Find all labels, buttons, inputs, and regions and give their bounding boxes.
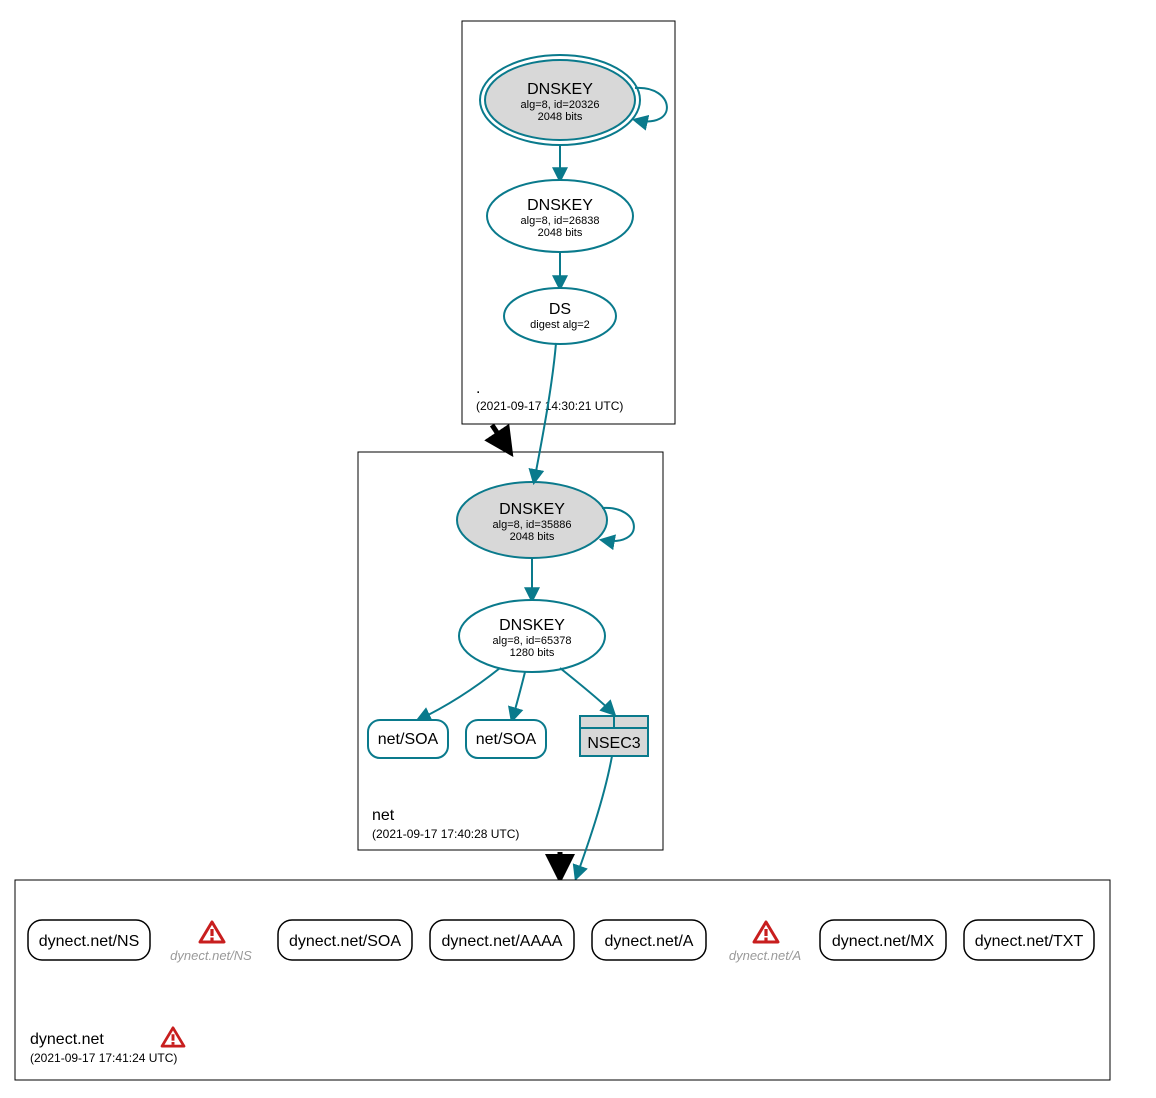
dnssec-diagram: . (2021-09-17 14:30:21 UTC) DNSKEY alg=8…: [0, 0, 1156, 1098]
svg-text:DNSKEY: DNSKEY: [499, 501, 565, 518]
svg-text:DNSKEY: DNSKEY: [527, 81, 593, 98]
svg-text:2048 bits: 2048 bits: [538, 227, 583, 239]
edge-root-net-heavy: [492, 425, 510, 452]
svg-text:alg=8, id=35886: alg=8, id=35886: [493, 519, 572, 531]
svg-text:alg=8, id=65378: alg=8, id=65378: [493, 635, 572, 647]
node-net-nsec3[interactable]: NSEC3: [580, 716, 648, 756]
node-net-ksk[interactable]: DNSKEY alg=8, id=35886 2048 bits: [457, 482, 607, 558]
svg-text:NSEC3: NSEC3: [587, 735, 640, 752]
node-dynect-ns[interactable]: dynect.net/NS: [28, 920, 150, 960]
svg-text:dynect.net/A: dynect.net/A: [605, 933, 694, 950]
svg-text:DNSKEY: DNSKEY: [499, 617, 565, 634]
node-dynect-mx[interactable]: dynect.net/MX: [820, 920, 946, 960]
node-net-soa1[interactable]: net/SOA: [368, 720, 448, 758]
node-root-ksk[interactable]: DNSKEY alg=8, id=20326 2048 bits: [480, 55, 640, 145]
zone-net-name: net: [372, 807, 395, 824]
svg-text:alg=8, id=26838: alg=8, id=26838: [521, 215, 600, 227]
node-net-soa2[interactable]: net/SOA: [466, 720, 546, 758]
svg-text:dynect.net/A: dynect.net/A: [729, 948, 801, 963]
zone-net-timestamp: (2021-09-17 17:40:28 UTC): [372, 827, 519, 841]
node-root-ds[interactable]: DS digest alg=2: [504, 288, 616, 344]
svg-text:dynect.net/TXT: dynect.net/TXT: [975, 933, 1084, 950]
node-dynect-txt[interactable]: dynect.net/TXT: [964, 920, 1094, 960]
svg-text:2048 bits: 2048 bits: [538, 111, 583, 123]
svg-text:dynect.net/MX: dynect.net/MX: [832, 933, 935, 950]
zone-root: . (2021-09-17 14:30:21 UTC) DNSKEY alg=8…: [462, 21, 675, 424]
node-dynect-soa[interactable]: dynect.net/SOA: [278, 920, 412, 960]
zone-dynect-timestamp: (2021-09-17 17:41:24 UTC): [30, 1051, 177, 1065]
node-dynect-aaaa[interactable]: dynect.net/AAAA: [430, 920, 574, 960]
svg-text:2048 bits: 2048 bits: [510, 531, 555, 543]
zone-dynect: dynect.net (2021-09-17 17:41:24 UTC) dyn…: [15, 880, 1110, 1080]
svg-text:DNSKEY: DNSKEY: [527, 197, 593, 214]
svg-text:dynect.net/NS: dynect.net/NS: [39, 933, 140, 950]
svg-text:digest alg=2: digest alg=2: [530, 319, 590, 331]
svg-text:DS: DS: [549, 301, 571, 318]
node-root-zsk[interactable]: DNSKEY alg=8, id=26838 2048 bits: [487, 180, 633, 252]
svg-text:net/SOA: net/SOA: [378, 731, 439, 748]
node-dynect-a[interactable]: dynect.net/A: [592, 920, 706, 960]
svg-text:dynect.net/NS: dynect.net/NS: [170, 948, 252, 963]
zone-root-timestamp: (2021-09-17 14:30:21 UTC): [476, 399, 623, 413]
svg-text:dynect.net/SOA: dynect.net/SOA: [289, 933, 401, 950]
svg-text:alg=8, id=20326: alg=8, id=20326: [521, 99, 600, 111]
zone-root-name: .: [476, 380, 480, 397]
node-net-zsk[interactable]: DNSKEY alg=8, id=65378 1280 bits: [459, 600, 605, 672]
svg-text:1280 bits: 1280 bits: [510, 647, 555, 659]
svg-text:net/SOA: net/SOA: [476, 731, 537, 748]
svg-text:dynect.net/AAAA: dynect.net/AAAA: [442, 933, 563, 950]
zone-net: net (2021-09-17 17:40:28 UTC) DNSKEY alg…: [358, 452, 663, 850]
zone-dynect-name: dynect.net: [30, 1031, 104, 1048]
